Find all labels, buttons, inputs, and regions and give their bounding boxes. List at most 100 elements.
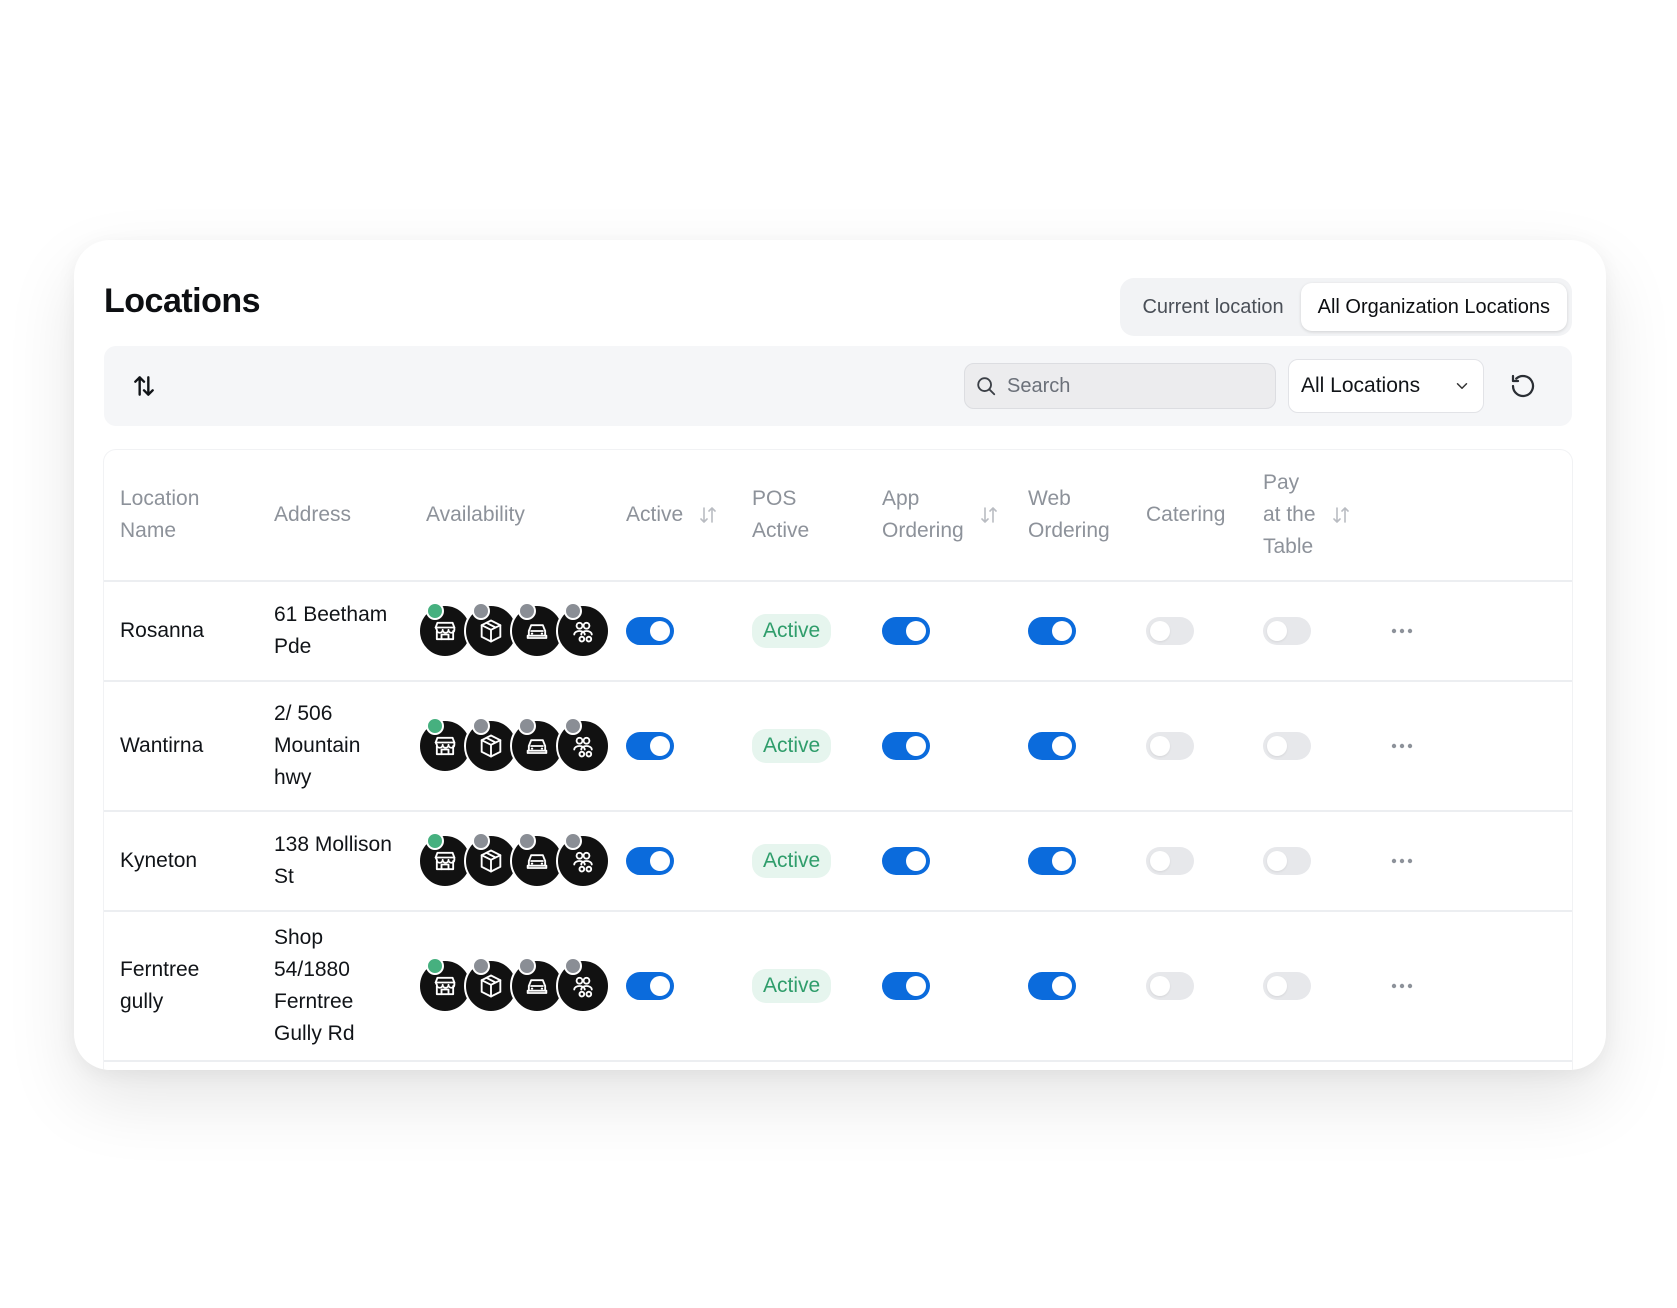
availability-badge[interactable] <box>556 717 610 773</box>
search-input[interactable] <box>1005 373 1259 399</box>
location-filter-dropdown[interactable]: All Locations <box>1288 359 1484 413</box>
app-ordering-toggle[interactable] <box>882 847 930 875</box>
pay-at-table-cell <box>1263 812 1311 910</box>
active-toggle[interactable] <box>626 972 674 1000</box>
app-ordering-cell <box>882 912 930 1060</box>
web-ordering-cell <box>1028 582 1076 680</box>
more-options-button[interactable] <box>1390 742 1414 750</box>
active-cell <box>626 812 674 910</box>
active-toggle[interactable] <box>626 732 674 760</box>
more-options-button[interactable] <box>1390 857 1414 865</box>
table-row: Ferntree gully Shop 54/1880 Ferntree Gull… <box>104 912 1572 1062</box>
row-actions-cell <box>1390 682 1414 810</box>
pos-active-cell: Active <box>752 812 832 910</box>
availability-cell <box>418 912 610 1060</box>
tab-all-organization-locations[interactable]: All Organization Locations <box>1300 283 1567 331</box>
availability-badge[interactable] <box>556 832 610 888</box>
availability-cell <box>418 812 610 910</box>
group-icon <box>573 976 593 998</box>
web-ordering-toggle[interactable] <box>1028 972 1076 1000</box>
location-name-cell: Wantirna <box>120 682 203 810</box>
status-dot <box>426 957 444 975</box>
active-toggle[interactable] <box>626 617 674 645</box>
group-icon <box>573 851 593 873</box>
address-cell: Shop 54/1880 Ferntree Gully Rd <box>274 912 355 1060</box>
location-name: Kyneton <box>120 849 198 872</box>
column-header: Web Ordering <box>1028 450 1110 580</box>
car-icon <box>526 979 548 994</box>
app-ordering-toggle[interactable] <box>882 617 930 645</box>
location-address: 138 Mollison St <box>274 833 392 888</box>
availability-cell <box>418 682 610 810</box>
availability-icons <box>418 717 610 773</box>
active-cell <box>626 912 674 1060</box>
row-actions-cell <box>1390 912 1414 1060</box>
web-ordering-toggle[interactable] <box>1028 732 1076 760</box>
table-row: Wantirna 2/ 506 Mountain hwy Active <box>104 682 1572 812</box>
search-box[interactable] <box>964 363 1276 409</box>
active-toggle[interactable] <box>626 847 674 875</box>
active-cell <box>626 582 674 680</box>
catering-toggle[interactable] <box>1146 617 1194 645</box>
more-options-button[interactable] <box>1390 982 1414 990</box>
sort-indicator-icon[interactable] <box>699 505 717 525</box>
chevron-down-icon <box>1453 377 1471 395</box>
tab-current-location[interactable]: Current location <box>1125 283 1300 331</box>
table-header: Location Name Address Availability Active PO… <box>104 450 1572 582</box>
web-ordering-cell <box>1028 682 1076 810</box>
pos-status-badge: Active <box>752 844 832 878</box>
availability-cell <box>418 582 610 680</box>
status-dot <box>564 957 582 975</box>
web-ordering-toggle[interactable] <box>1028 847 1076 875</box>
pos-status-badge: Active <box>752 729 832 763</box>
pos-active-cell: Active <box>752 582 832 680</box>
catering-toggle[interactable] <box>1146 847 1194 875</box>
column-header[interactable]: Pay at the Table <box>1263 450 1350 580</box>
sort-indicator-icon[interactable] <box>980 505 998 525</box>
pay-at-table-cell <box>1263 682 1311 810</box>
box-icon <box>480 734 502 758</box>
pos-active-cell: Active <box>752 912 832 1060</box>
refresh-button[interactable] <box>1504 367 1542 405</box>
pay-at-table-toggle[interactable] <box>1263 732 1311 760</box>
column-header-label: Address <box>274 503 352 526</box>
location-filter-value: All Locations <box>1301 374 1421 397</box>
active-cell <box>626 682 674 810</box>
status-dot <box>426 602 444 620</box>
column-header[interactable]: Active <box>626 450 717 580</box>
app-ordering-toggle[interactable] <box>882 732 930 760</box>
pay-at-table-toggle[interactable] <box>1263 617 1311 645</box>
storefront-icon <box>434 621 456 641</box>
web-ordering-toggle[interactable] <box>1028 617 1076 645</box>
pay-at-table-cell <box>1263 582 1311 680</box>
app-ordering-toggle[interactable] <box>882 972 930 1000</box>
location-name-cell: Kyneton <box>120 812 197 910</box>
column-header-label: Availability <box>426 503 525 526</box>
availability-badge[interactable] <box>556 957 610 1013</box>
availability-badge[interactable] <box>556 602 610 658</box>
location-name: Ferntree gully <box>120 958 200 1013</box>
app-ordering-cell <box>882 682 930 810</box>
column-header-label: POS Active <box>752 487 810 542</box>
car-icon <box>526 624 548 639</box>
status-dot <box>518 832 536 850</box>
locations-card: Locations Current location All Organizat… <box>74 240 1606 1070</box>
pay-at-table-toggle[interactable] <box>1263 972 1311 1000</box>
sort-indicator-icon[interactable] <box>1332 505 1350 525</box>
status-dot <box>472 957 490 975</box>
column-header: Location Name <box>120 450 199 580</box>
pos-status-badge: Active <box>752 614 832 648</box>
table-toolbar: All Locations <box>104 346 1572 426</box>
column-header[interactable]: App Ordering <box>882 450 998 580</box>
catering-cell <box>1146 912 1194 1060</box>
address-cell: 2/ 506 Mountain hwy <box>274 682 360 810</box>
column-header-label: Pay at the Table <box>1263 471 1316 558</box>
sort-button[interactable] <box>126 368 162 404</box>
pay-at-table-toggle[interactable] <box>1263 847 1311 875</box>
web-ordering-cell <box>1028 812 1076 910</box>
more-options-button[interactable] <box>1390 627 1414 635</box>
catering-toggle[interactable] <box>1146 732 1194 760</box>
car-icon <box>526 854 548 869</box>
group-icon <box>573 621 593 643</box>
catering-toggle[interactable] <box>1146 972 1194 1000</box>
